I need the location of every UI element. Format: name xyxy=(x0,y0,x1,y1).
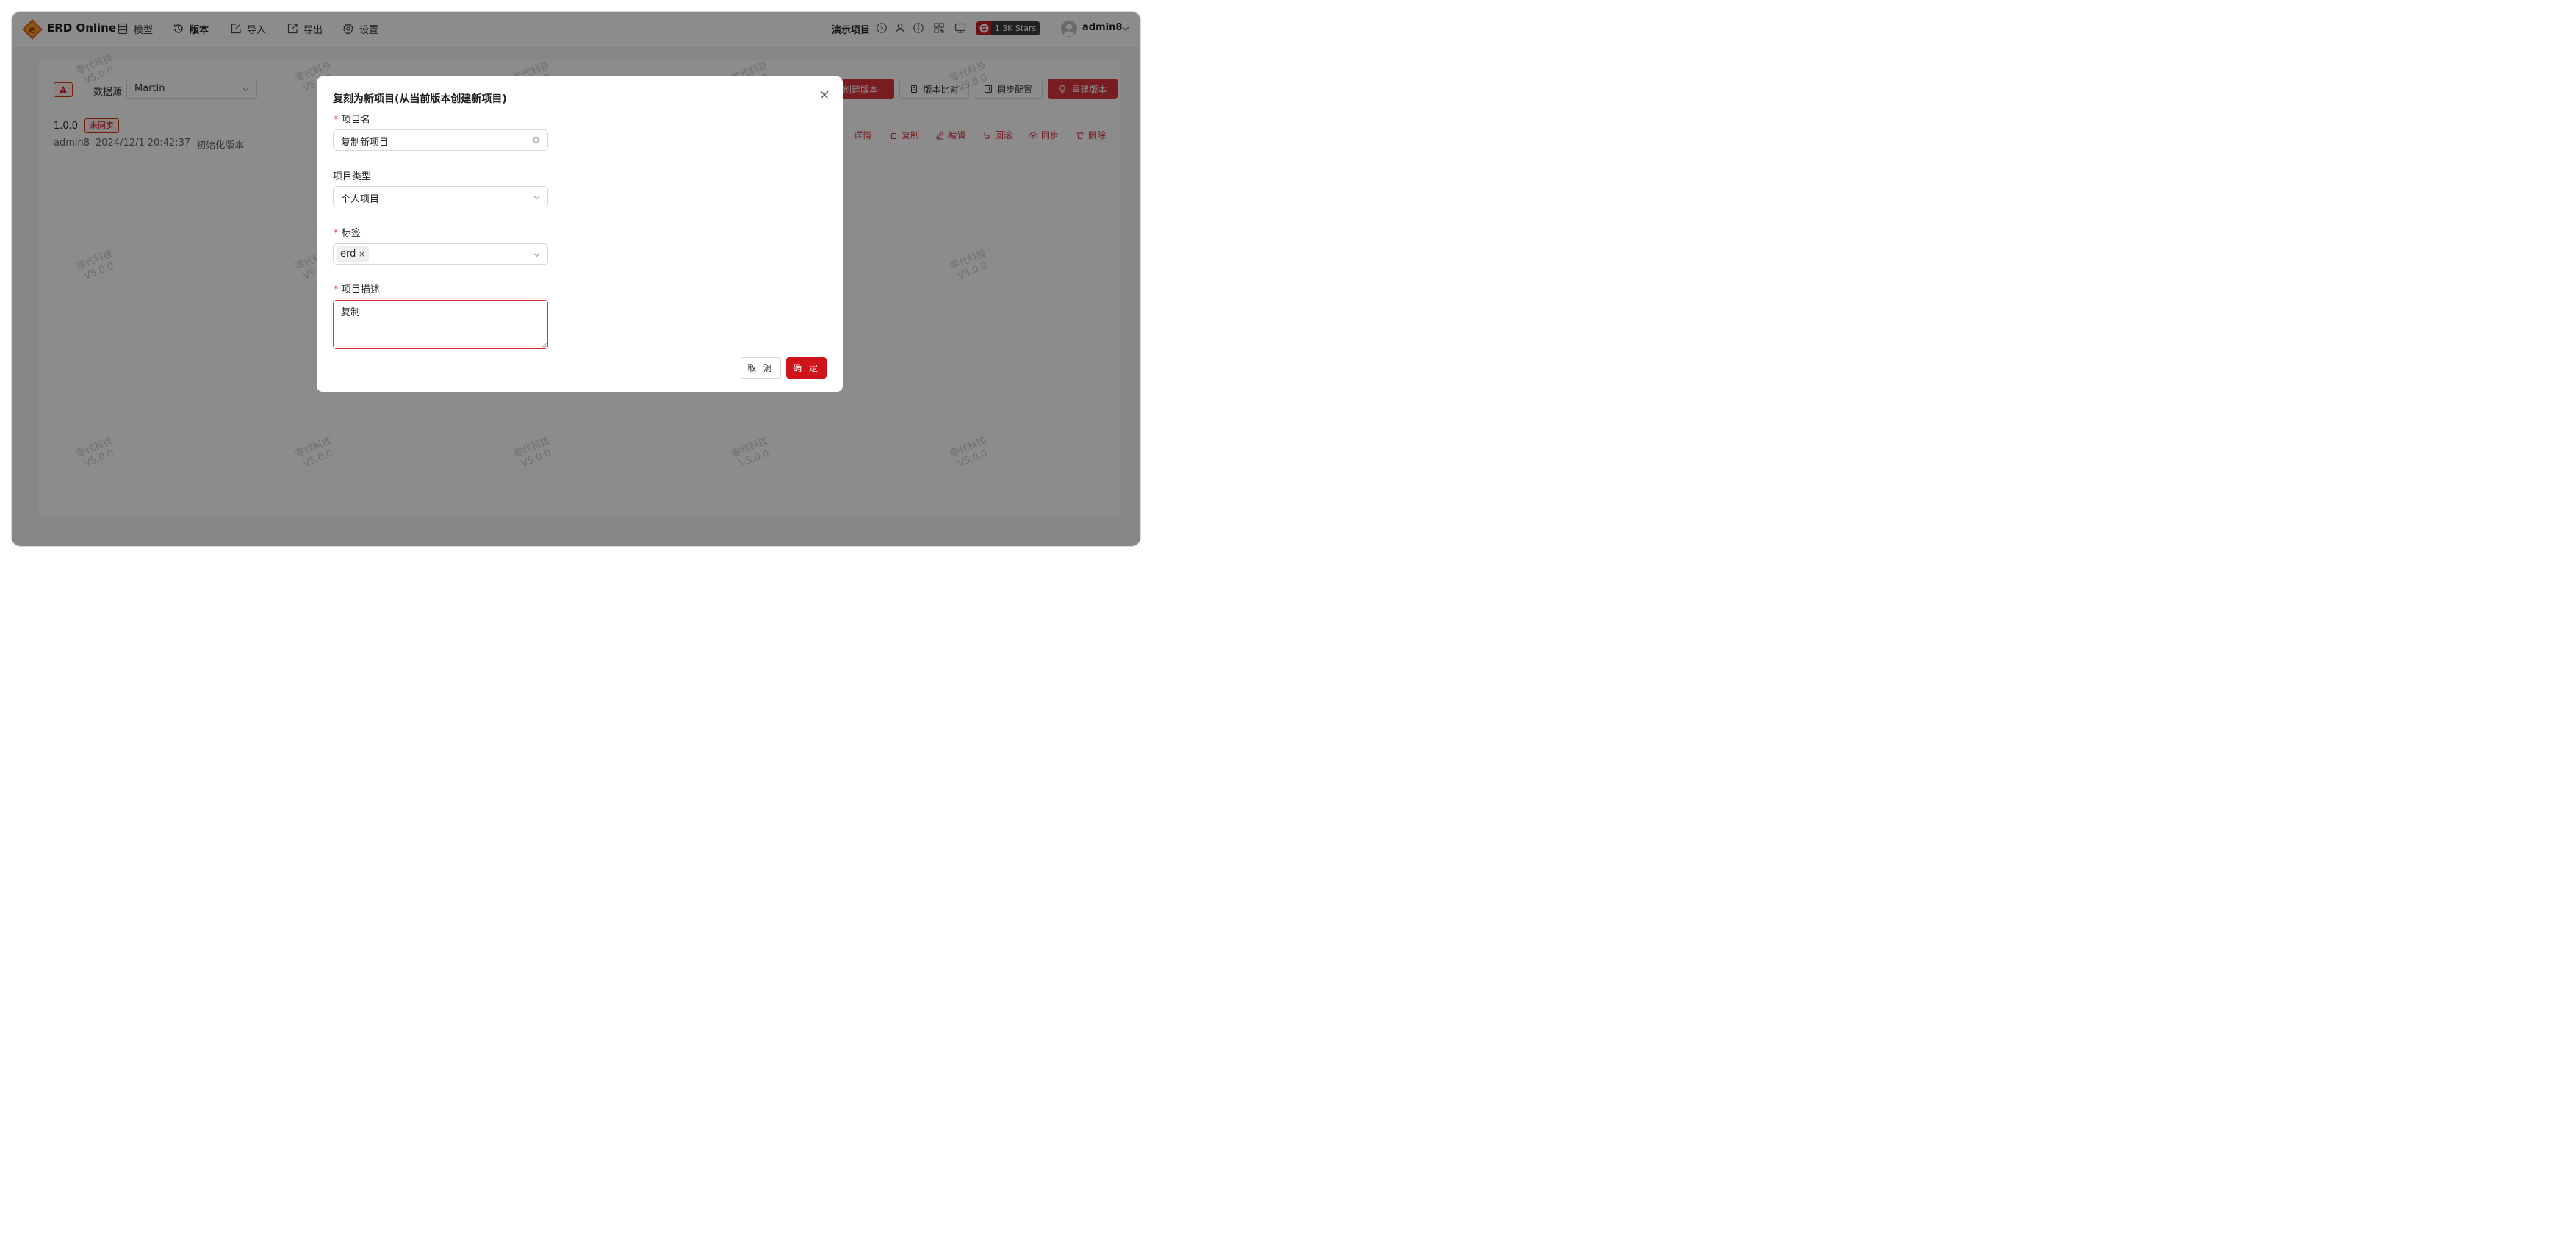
tag-label: erd xyxy=(340,248,356,259)
cancel-button[interactable]: 取 消 xyxy=(741,357,781,379)
description-value: 复制 xyxy=(341,307,361,318)
chevron-down-icon xyxy=(533,196,540,200)
chevron-down-icon xyxy=(533,253,540,257)
resize-handle[interactable] xyxy=(542,343,547,348)
description-label: * 项目描述 xyxy=(333,284,380,295)
tag-close-icon[interactable] xyxy=(359,251,365,257)
project-name-value: 复制新项目 xyxy=(341,137,389,148)
tags-select[interactable]: erd xyxy=(333,243,548,265)
project-name-label: * 项目名 xyxy=(333,115,370,126)
description-textarea[interactable]: 复制 xyxy=(333,300,548,349)
tag-chip: erd xyxy=(337,246,370,262)
clear-icon[interactable] xyxy=(532,136,540,144)
project-type-label: 项目类型 xyxy=(333,171,372,182)
app-window: e ERD Online 模型 版本 导入 导出 设置 演示项目 1.3K St… xyxy=(12,12,1140,546)
clone-project-dialog: 复刻为新项目(从当前版本创建新项目) * 项目名 复制新项目 项目类型 个人项目 … xyxy=(317,76,843,392)
project-type-select[interactable]: 个人项目 xyxy=(333,186,548,207)
project-name-input[interactable]: 复制新项目 xyxy=(333,129,548,151)
close-icon[interactable] xyxy=(819,89,830,101)
project-type-value: 个人项目 xyxy=(341,194,380,205)
tags-label: * 标签 xyxy=(333,228,361,239)
confirm-button[interactable]: 确 定 xyxy=(786,357,827,379)
dialog-title: 复刻为新项目(从当前版本创建新项目) xyxy=(333,93,507,105)
